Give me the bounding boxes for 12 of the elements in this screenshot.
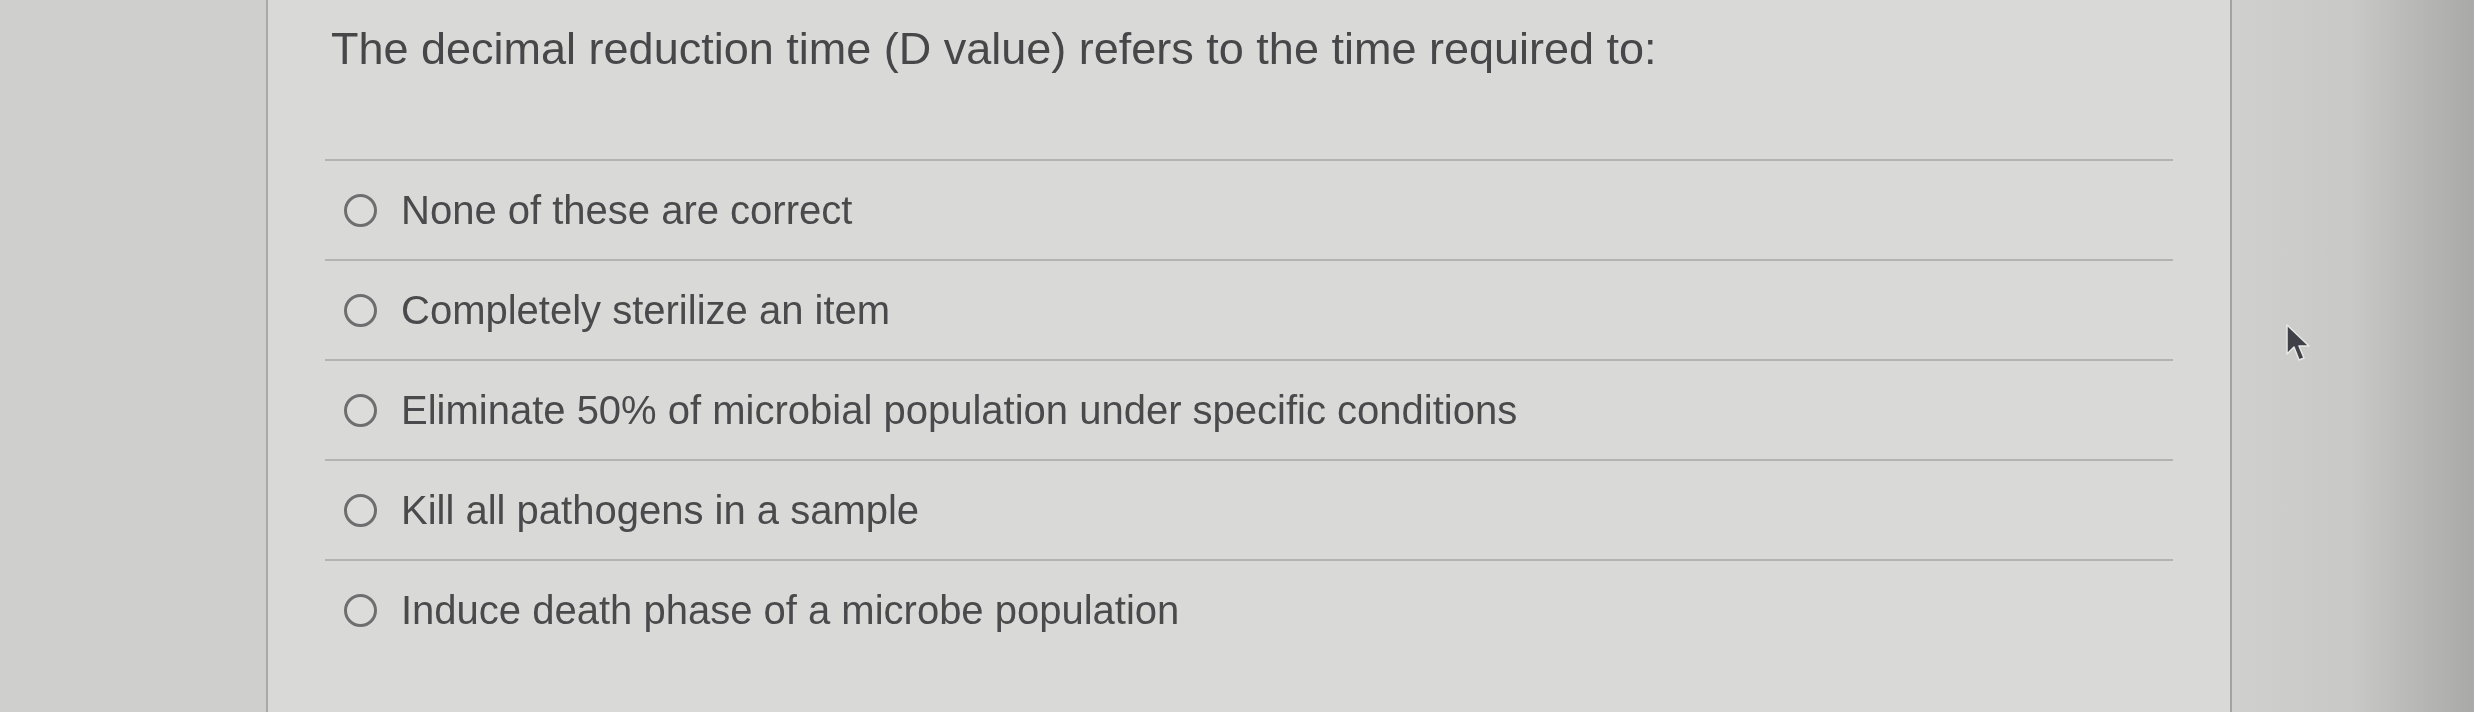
radio-button[interactable] [344,293,377,327]
radio-button[interactable] [344,593,377,627]
option-label[interactable]: Kill all pathogens in a sample [401,486,920,534]
option-label[interactable]: Completely sterilize an item [401,286,891,334]
question-text: The decimal reduction time (D value) refers to the time required to: [331,22,1657,76]
radio-button[interactable] [344,393,377,427]
option-label[interactable]: None of these are correct [401,186,853,234]
radio-button[interactable] [344,493,377,527]
cursor-icon [2286,324,2312,364]
radio-button[interactable] [344,193,377,227]
option-label[interactable]: Induce death phase of a microbe population [401,586,1180,634]
option-label[interactable]: Eliminate 50% of microbial population under specific conditions [401,386,1518,434]
